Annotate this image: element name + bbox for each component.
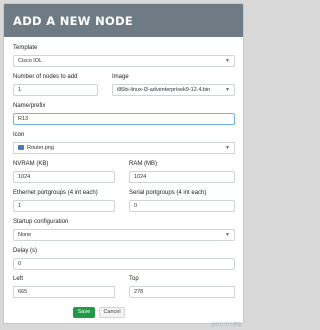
ethernet-input[interactable]: 1 <box>13 200 115 212</box>
nodes-count-label: Number of nodes to add <box>13 74 78 80</box>
chevron-down-icon: ▼ <box>225 87 230 93</box>
add-node-dialog: ADD A NEW NODE Template Cisco IOL ▼ Numb… <box>3 3 244 324</box>
startup-config-select[interactable]: None ▼ <box>13 229 235 241</box>
template-select[interactable]: Cisco IOL ▼ <box>13 55 235 67</box>
left-input[interactable]: 665 <box>13 286 115 298</box>
top-label: Top <box>129 276 139 282</box>
dialog-title: ADD A NEW NODE <box>13 14 134 28</box>
icon-select[interactable]: Router.png ▼ <box>13 142 235 154</box>
icon-label: Icon <box>13 132 25 138</box>
serial-input[interactable]: 0 <box>129 200 235 212</box>
left-label: Left <box>13 276 24 282</box>
cancel-button[interactable]: Cancel <box>99 307 125 318</box>
delay-label: Delay (s) <box>13 248 38 254</box>
icon-value: Router.png <box>27 145 54 151</box>
nvram-input[interactable]: 1024 <box>13 171 115 183</box>
image-label: Image <box>112 74 129 80</box>
startup-config-value: None <box>18 232 32 238</box>
image-select[interactable]: i86bi-linux-l3-adventerprisek9-12.4.bin … <box>112 84 235 96</box>
serial-label: Serial portgroups (4 int each) <box>129 190 207 196</box>
router-icon <box>18 145 24 151</box>
watermark: @51CTO博客 <box>210 322 242 328</box>
image-value: i86bi-linux-l3-adventerprisek9-12.4.bin <box>117 87 211 93</box>
nodes-count-input[interactable]: 1 <box>13 84 98 96</box>
template-label: Template <box>13 45 38 51</box>
startup-config-label: Startup configuration <box>13 219 69 225</box>
template-value: Cisco IOL <box>18 58 43 64</box>
nvram-label: NVRAM (KB) <box>13 161 49 167</box>
save-button[interactable]: Save <box>73 307 95 318</box>
dialog-header: ADD A NEW NODE <box>4 4 243 37</box>
chevron-down-icon: ▼ <box>225 58 230 64</box>
top-input[interactable]: 278 <box>129 286 235 298</box>
chevron-down-icon: ▼ <box>225 145 230 151</box>
name-prefix-label: Name/prefix <box>13 103 46 109</box>
delay-input[interactable]: 0 <box>13 258 235 270</box>
chevron-down-icon: ▼ <box>225 232 230 238</box>
ram-label: RAM (MB) <box>129 161 157 167</box>
ethernet-label: Ethernet portgroups (4 int each) <box>13 190 98 196</box>
ram-input[interactable]: 1024 <box>129 171 235 183</box>
name-prefix-input[interactable]: R13 <box>13 113 235 125</box>
